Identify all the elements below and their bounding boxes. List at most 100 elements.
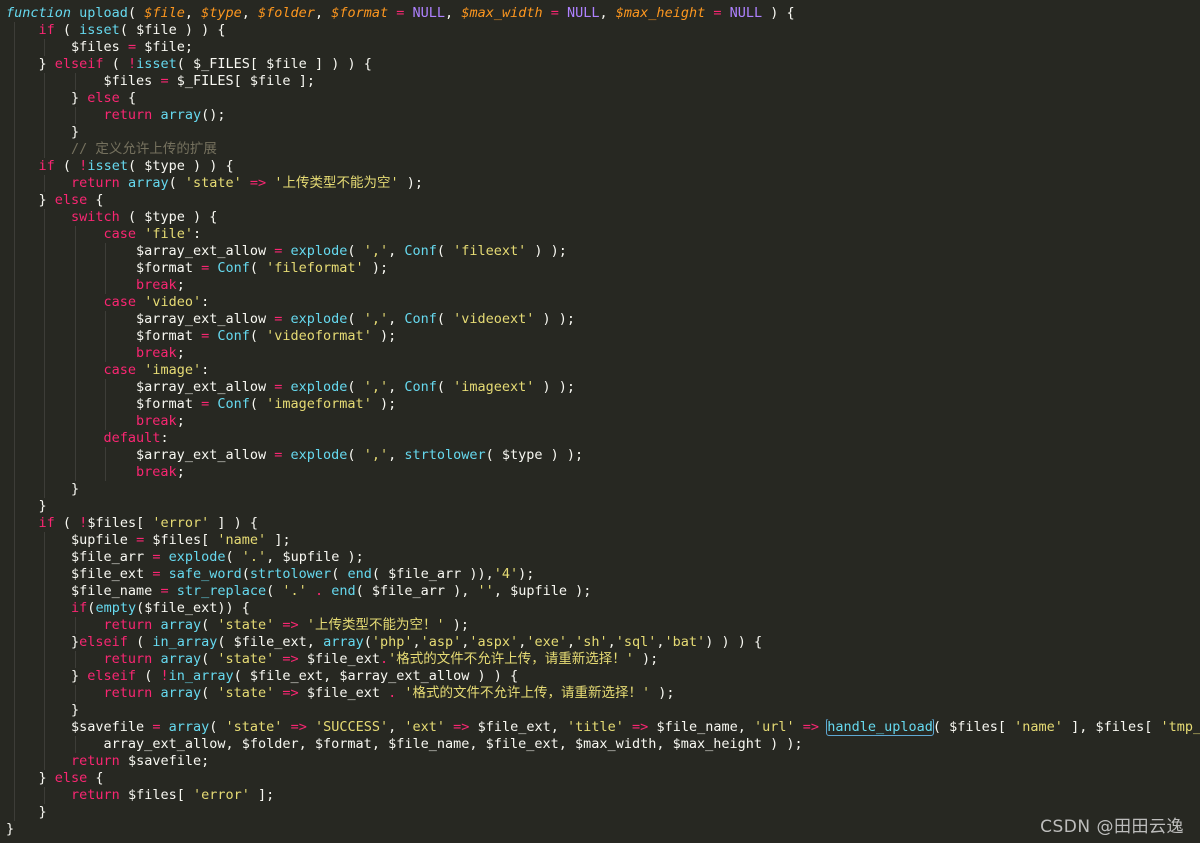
code-line[interactable]: }elseif ( in_array( $file_ext, array('ph… [6,634,1200,651]
code-token: $files [152,532,202,548]
code-line[interactable]: $format = Conf( 'videoformat' ); [6,328,1200,345]
code-token: , [469,736,486,752]
code-token: Conf [217,396,250,412]
code-token: ] ) { [209,515,259,531]
code-line[interactable]: break; [6,345,1200,362]
code-token: ), [445,583,478,599]
code-token: ( [249,260,267,276]
code-token: ); [339,549,364,565]
code-token: $savefile [127,753,202,769]
code-line[interactable]: } [6,124,1200,141]
code-line[interactable]: } [6,821,1200,838]
code-line[interactable]: } else { [6,192,1200,209]
code-token: $file_name [71,583,153,599]
code-line[interactable]: return $savefile; [6,753,1200,770]
code-token: strtolower [404,447,486,463]
code-token: ( [119,209,145,225]
code-line[interactable]: return array( 'state' => '上传类型不能为空！' ); [6,617,1200,634]
code-line[interactable]: if ( !isset( $type ) ) { [6,158,1200,175]
code-line[interactable]: case 'video': [6,294,1200,311]
code-line[interactable]: return array( 'state' => $file_ext . '格式… [6,685,1200,702]
code-line[interactable]: $files = $_FILES[ $file ]; [6,73,1200,90]
code-token: ; [176,413,185,429]
code-line[interactable]: return array( 'state' => $file_ext.'格式的文… [6,651,1200,668]
code-line[interactable]: function upload( $file, $type, $folder, … [6,5,1200,22]
code-line[interactable]: $array_ext_allow = explode( ',', Conf( '… [6,379,1200,396]
code-token: return [103,617,153,633]
code-token: $_FILES [193,56,250,72]
code-token: ); [518,566,535,582]
code-line[interactable]: $format = Conf( 'imageformat' ); [6,396,1200,413]
code-token: } [71,668,88,684]
code-token: 'name' [217,532,267,548]
code-line[interactable]: // 定义允许上传的扩展 [6,141,1200,158]
code-line[interactable]: $file_arr = explode( '.', $upfile ); [6,549,1200,566]
code-line[interactable]: break; [6,464,1200,481]
code-token: $file_name [388,736,470,752]
code-line[interactable]: $format = Conf( 'fileformat' ); [6,260,1200,277]
code-token: } [6,821,15,837]
code-token: $files [1095,719,1145,735]
code-area[interactable]: function upload( $file, $type, $folder, … [6,5,1200,838]
code-line[interactable]: $files = $file; [6,39,1200,56]
code-line[interactable]: $array_ext_allow = explode( ',', Conf( '… [6,311,1200,328]
code-token: 'asp' [420,634,462,650]
code-line[interactable]: case 'image': [6,362,1200,379]
code-line[interactable]: $file_name = str_replace( '.' . end( $fi… [6,583,1200,600]
code-line[interactable]: $upfile = $files[ 'name' ]; [6,532,1200,549]
code-token: $folder [241,736,299,752]
code-token: => [453,719,470,735]
code-token: } [38,804,47,820]
code-line[interactable]: } elseif ( !in_array( $file_ext, $array_… [6,668,1200,685]
code-line[interactable]: } [6,702,1200,719]
code-token: ) ); [534,311,576,327]
code-line[interactable]: default: [6,430,1200,447]
code-token: => [632,719,649,735]
code-line[interactable]: if ( isset( $file ) ) { [6,22,1200,39]
code-line[interactable]: $array_ext_allow = explode( ',', Conf( '… [6,243,1200,260]
code-line[interactable]: return array( 'state' => '上传类型不能为空' ); [6,175,1200,192]
code-token: , [371,736,389,752]
code-line[interactable]: array_ext_allow, $folder, $format, $file… [6,736,1200,753]
code-line[interactable]: return $files[ 'error' ]; [6,787,1200,804]
code-line[interactable]: } [6,481,1200,498]
code-token: $file [144,39,185,55]
code-token: return [103,651,153,667]
code-line[interactable]: return array(); [6,107,1200,124]
code-line[interactable]: switch ( $type ) { [6,209,1200,226]
code-token: return [103,107,153,123]
code-token: elseif [54,56,104,72]
code-token: array [160,651,202,667]
code-line[interactable]: $file_ext = safe_word(strtolower( end( $… [6,566,1200,583]
code-line[interactable]: } [6,804,1200,821]
code-line[interactable]: $savefile = array( 'state' => 'SUCCESS',… [6,719,1200,736]
code-line[interactable]: break; [6,277,1200,294]
code-line[interactable]: } else { [6,90,1200,107]
code-token: handle_upload [826,719,934,736]
code-line[interactable]: $array_ext_allow = explode( ',', strtolo… [6,447,1200,464]
code-line[interactable]: } elseif ( !isset( $_FILES[ $file ] ) ) … [6,56,1200,73]
code-line[interactable]: } else { [6,770,1200,787]
code-line[interactable]: if ( !$files[ 'error' ] ) { [6,515,1200,532]
code-line[interactable]: case 'file': [6,226,1200,243]
code-line[interactable]: break; [6,413,1200,430]
code-line[interactable]: } [6,498,1200,515]
code-editor[interactable]: function upload( $file, $type, $folder, … [0,0,1200,843]
code-token: 'php' [371,634,413,650]
code-line[interactable]: if(empty($file_ext)) { [6,600,1200,617]
